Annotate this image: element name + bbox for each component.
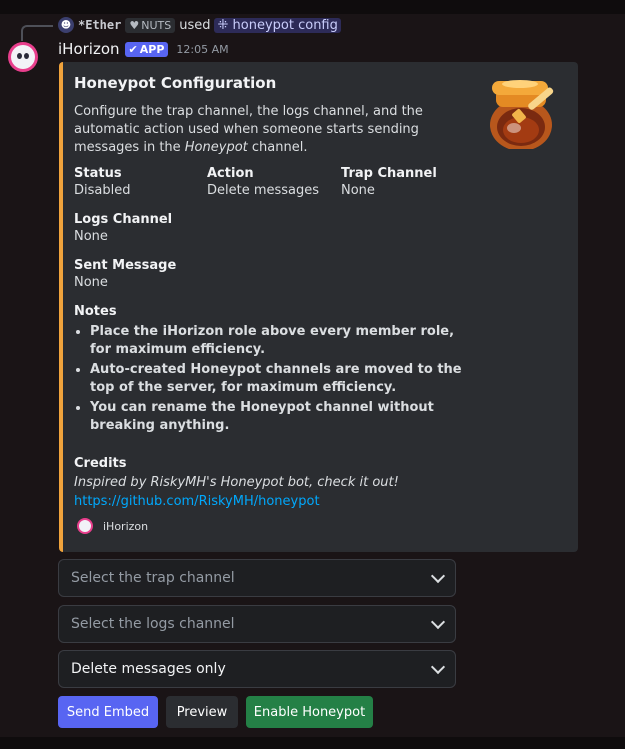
action-select[interactable]: Delete messages only [58,650,456,688]
list-item: You can rename the Honeypot channel with… [90,399,464,435]
app-badge: ✔ APP [124,41,169,57]
list-item: Place the iHorizon role above every memb… [90,323,464,359]
user-avatar[interactable]: ☻ [58,17,74,33]
chevron-down-icon [430,614,446,630]
credits-text: Inspired by RiskyMH's Honeypot bot, chec… [74,475,399,490]
field-name: Notes [74,304,117,319]
trap-channel-select[interactable]: Select the trap channel [58,559,456,597]
field-value: None [341,183,375,198]
desc-italic: Honeypot [184,140,248,155]
footer-text: iHorizon [103,519,149,533]
field-name: Action [207,166,254,181]
github-link[interactable]: https://github.com/RiskyMH/honeypot [74,494,320,509]
guild-tag: ♥ NUTS [125,17,176,33]
field-action: Action Delete messages [207,166,319,198]
field-trap-channel: Trap Channel None [341,166,437,198]
chevron-down-icon [430,568,446,584]
channel-top-band [0,0,625,14]
field-value: Disabled [74,183,131,198]
bot-avatar-face [11,45,35,69]
field-sent-message: Sent Message None [74,258,176,290]
slash-command-label: honeypot config [232,17,338,33]
honey-pot-icon[interactable] [488,75,558,149]
select-value: Delete messages only [71,661,226,677]
embed-footer: iHorizon [77,518,148,534]
field-name: Logs Channel [74,212,173,227]
embed-card: Honeypot Configuration Configure the tra… [59,62,578,552]
field-logs-channel: Logs Channel None [74,212,172,244]
field-notes: Notes Place the iHorizon role above ever… [74,304,464,437]
embed-title: Honeypot Configuration [74,74,277,92]
footer-avatar-icon [77,518,93,534]
list-item: Auto-created Honeypot channels are moved… [90,361,464,397]
app-badge-label: APP [139,42,165,56]
heart-icon: ♥ [129,18,140,32]
field-name: Trap Channel [341,166,437,181]
avatar-eye [24,53,29,59]
message-timestamp[interactable]: 12:05 AM [176,43,228,56]
reply-username[interactable]: *Ether [78,18,121,32]
field-value: Delete messages [207,183,320,198]
desc-text-end: channel. [247,140,308,155]
reply-connector [21,25,53,41]
select-placeholder: Select the trap channel [71,570,235,586]
field-name: Sent Message [74,258,177,273]
channel-bottom-band [0,737,625,749]
verified-check-icon: ✔ [128,42,138,56]
field-value: None [74,229,108,244]
bot-username[interactable]: iHorizon [58,40,120,58]
field-status: Status Disabled [74,166,130,198]
chevron-down-icon [430,659,446,675]
guild-tag-label: NUTS [141,18,172,32]
reply-used-text: used [179,17,211,33]
field-credits: Credits Inspired by RiskyMH's Honeypot b… [74,454,399,511]
send-embed-button[interactable]: Send Embed [58,696,158,728]
select-placeholder: Select the logs channel [71,616,235,632]
command-icon: ⁜ [217,17,229,33]
field-value: None [74,275,108,290]
preview-button[interactable]: Preview [166,696,238,728]
field-name: Status [74,166,122,181]
slash-command-link[interactable]: ⁜ honeypot config [214,17,341,33]
bot-avatar[interactable] [8,42,38,72]
avatar-eye [17,53,22,59]
command-reply-bar[interactable]: ☻ *Ether ♥ NUTS used ⁜ honeypot config [58,16,341,34]
message-header: iHorizon ✔ APP 12:05 AM [58,38,229,60]
enable-honeypot-button[interactable]: Enable Honeypot [246,696,373,728]
field-name: Credits [74,456,127,471]
embed-description: Configure the trap channel, the logs cha… [74,103,464,157]
notes-list: Place the iHorizon role above every memb… [74,323,464,435]
logs-channel-select[interactable]: Select the logs channel [58,605,456,643]
